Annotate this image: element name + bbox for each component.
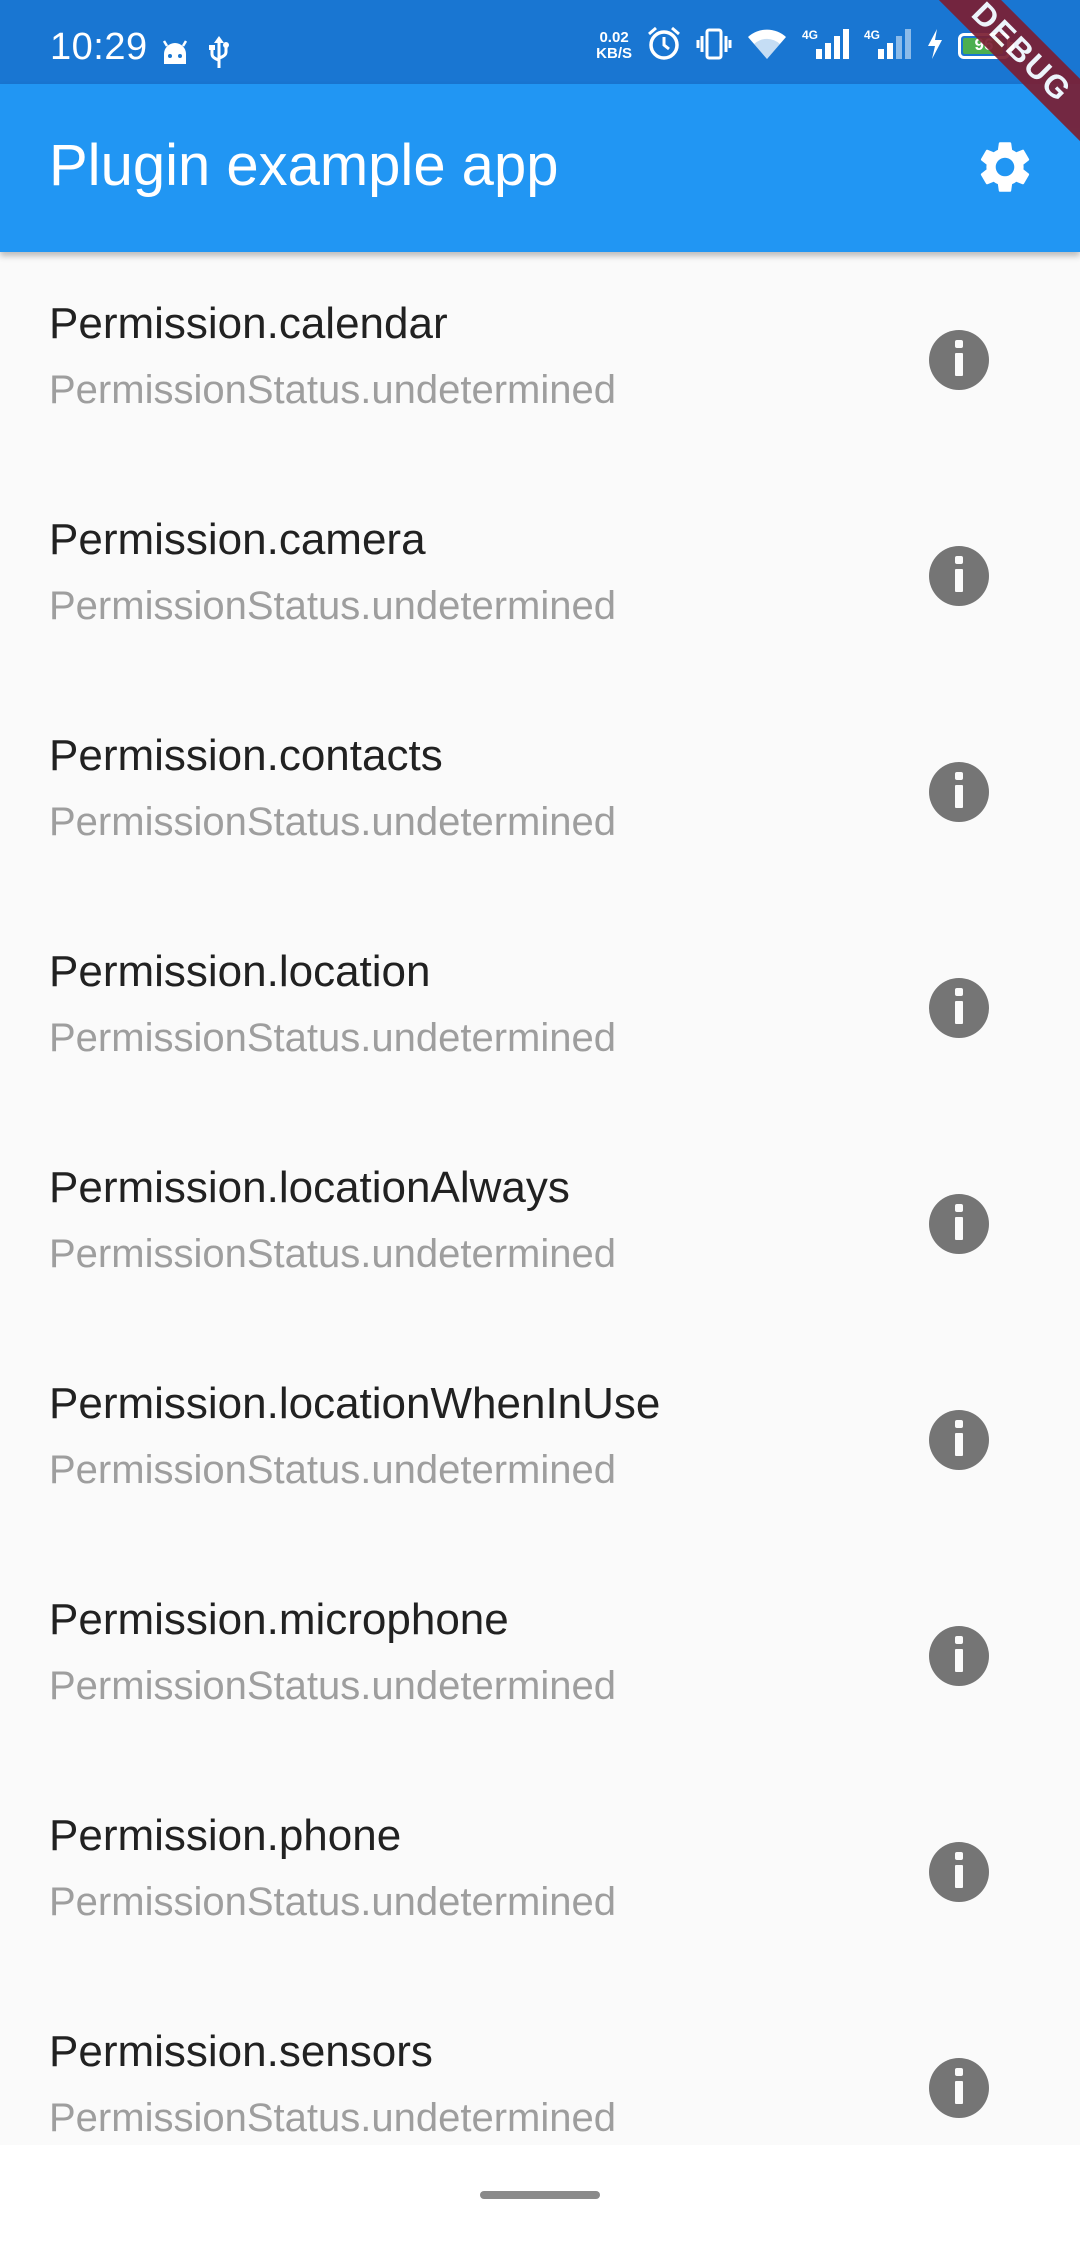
net-speed-unit: KB/S [596,45,632,62]
permission-name: Permission.camera [49,515,426,564]
info-button[interactable] [929,2058,989,2118]
permission-name: Permission.locationWhenInUse [49,1379,661,1428]
info-button[interactable] [929,1410,989,1470]
info-icon [952,1851,966,1893]
list-item[interactable]: Permission.locationWhenInUse PermissionS… [0,1332,1080,1548]
permission-name: Permission.calendar [49,299,448,348]
status-bar: 10:29 0.02 KB/S 4G 4G [0,0,1080,84]
alarm-icon [646,26,682,67]
signal-icon: 4G [802,27,850,66]
info-button[interactable] [929,330,989,390]
permission-name: Permission.phone [49,1811,402,1860]
permission-status: PermissionStatus.undetermined [49,1448,616,1492]
list-item[interactable]: Permission.camera PermissionStatus.undet… [0,468,1080,684]
permission-name: Permission.locationAlways [49,1163,570,1212]
vibrate-icon [696,26,732,67]
info-button[interactable] [929,546,989,606]
permission-status: PermissionStatus.undetermined [49,800,616,844]
list-item[interactable]: Permission.calendar PermissionStatus.und… [0,252,1080,468]
info-icon [952,987,966,1029]
usb-icon [208,36,230,75]
info-icon [952,1419,966,1461]
permission-name: Permission.sensors [49,2027,433,2076]
status-time: 10:29 [50,26,148,68]
permission-status: PermissionStatus.undetermined [49,1880,616,1924]
app-bar: Plugin example app [0,84,1080,252]
info-button[interactable] [929,978,989,1038]
info-button[interactable] [929,1626,989,1686]
net-speed: 0.02 KB/S [596,30,632,62]
list-item[interactable]: Permission.phone PermissionStatus.undete… [0,1764,1080,1980]
list-item[interactable]: Permission.microphone PermissionStatus.u… [0,1548,1080,1764]
charging-icon [926,28,944,64]
list-item[interactable]: Permission.contacts PermissionStatus.und… [0,684,1080,900]
permission-name: Permission.microphone [49,1595,509,1644]
permission-status: PermissionStatus.undetermined [49,1016,616,1060]
info-icon [952,1203,966,1245]
permission-status: PermissionStatus.undetermined [49,2096,616,2140]
permission-status: PermissionStatus.undetermined [49,1232,616,1276]
list-item[interactable]: Permission.locationAlways PermissionStat… [0,1116,1080,1332]
permission-status: PermissionStatus.undetermined [49,584,616,628]
list-item[interactable]: Permission.sensors PermissionStatus.unde… [0,1980,1080,2145]
system-nav-bar [0,2145,1080,2244]
app-title: Plugin example app [49,133,559,198]
gesture-handle[interactable] [480,2191,600,2199]
net-speed-value: 0.02 [599,29,629,46]
info-button[interactable] [929,1194,989,1254]
status-right-icons: 0.02 KB/S 4G 4G 96 [596,26,1014,67]
info-button[interactable] [929,1842,989,1902]
info-icon [952,555,966,597]
permission-status: PermissionStatus.undetermined [49,1664,616,1708]
permission-status: PermissionStatus.undetermined [49,368,616,412]
settings-icon [974,136,1036,203]
info-icon [952,1635,966,1677]
signal-icon: 4G [864,27,912,66]
info-icon [952,2067,966,2109]
permission-name: Permission.location [49,947,431,996]
info-button[interactable] [929,762,989,822]
permission-name: Permission.contacts [49,731,443,780]
info-icon [952,771,966,813]
list-item[interactable]: Permission.location PermissionStatus.und… [0,900,1080,1116]
network-label-1: 4G [802,28,818,42]
status-left-icons [160,36,230,75]
android-icon [160,40,190,71]
network-label-2: 4G [864,28,880,42]
permission-list: Permission.calendar PermissionStatus.und… [0,252,1080,2145]
wifi-icon [746,27,788,66]
settings-button[interactable] [970,134,1040,204]
info-icon [952,339,966,381]
